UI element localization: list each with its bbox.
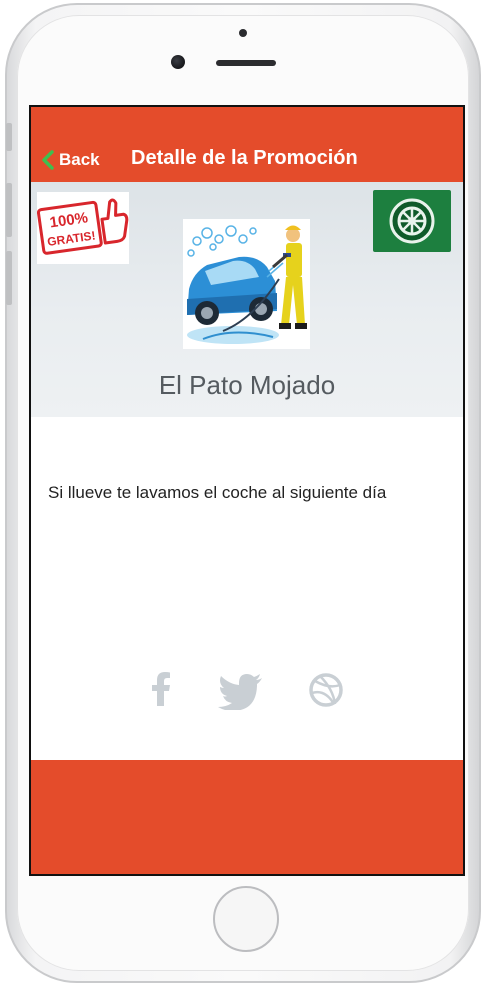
back-button[interactable]: Back [41, 150, 100, 170]
volume-up-button [6, 183, 12, 237]
home-button[interactable] [213, 886, 279, 952]
car-wash-illustration [183, 219, 310, 349]
facebook-icon[interactable] [149, 672, 173, 706]
volume-down-button [6, 251, 12, 305]
nav-bar: Back Detalle de la Promoción [31, 107, 463, 182]
chevron-left-icon [42, 150, 54, 170]
gratis-top-text: 100% [49, 209, 89, 231]
business-name: El Pato Mojado [158, 370, 336, 400]
gratis-stamp-icon: 100% GRATIS! [36, 198, 129, 255]
social-links [31, 672, 463, 712]
footer-bar [31, 760, 463, 874]
gratis-stamp-badge: 100% GRATIS! [36, 192, 129, 264]
promo-header: 100% GRATIS! El Pato Mojado [31, 182, 463, 417]
mute-switch [6, 123, 12, 151]
earpiece-speaker [216, 60, 276, 66]
front-camera [171, 55, 185, 69]
app-screen: Back Detalle de la Promoción 100% GRATIS… [29, 105, 465, 876]
wheel-badge[interactable] [373, 190, 451, 252]
dribbble-icon[interactable] [309, 673, 343, 707]
promo-description: Si llueve te lavamos el coche al siguien… [48, 483, 387, 502]
twitter-icon[interactable] [217, 674, 263, 710]
promo-image [183, 219, 310, 349]
page-title: Detalle de la Promoción [131, 147, 358, 169]
wheel-icon [389, 198, 435, 244]
proximity-sensor [239, 29, 247, 37]
back-label: Back [59, 150, 100, 169]
